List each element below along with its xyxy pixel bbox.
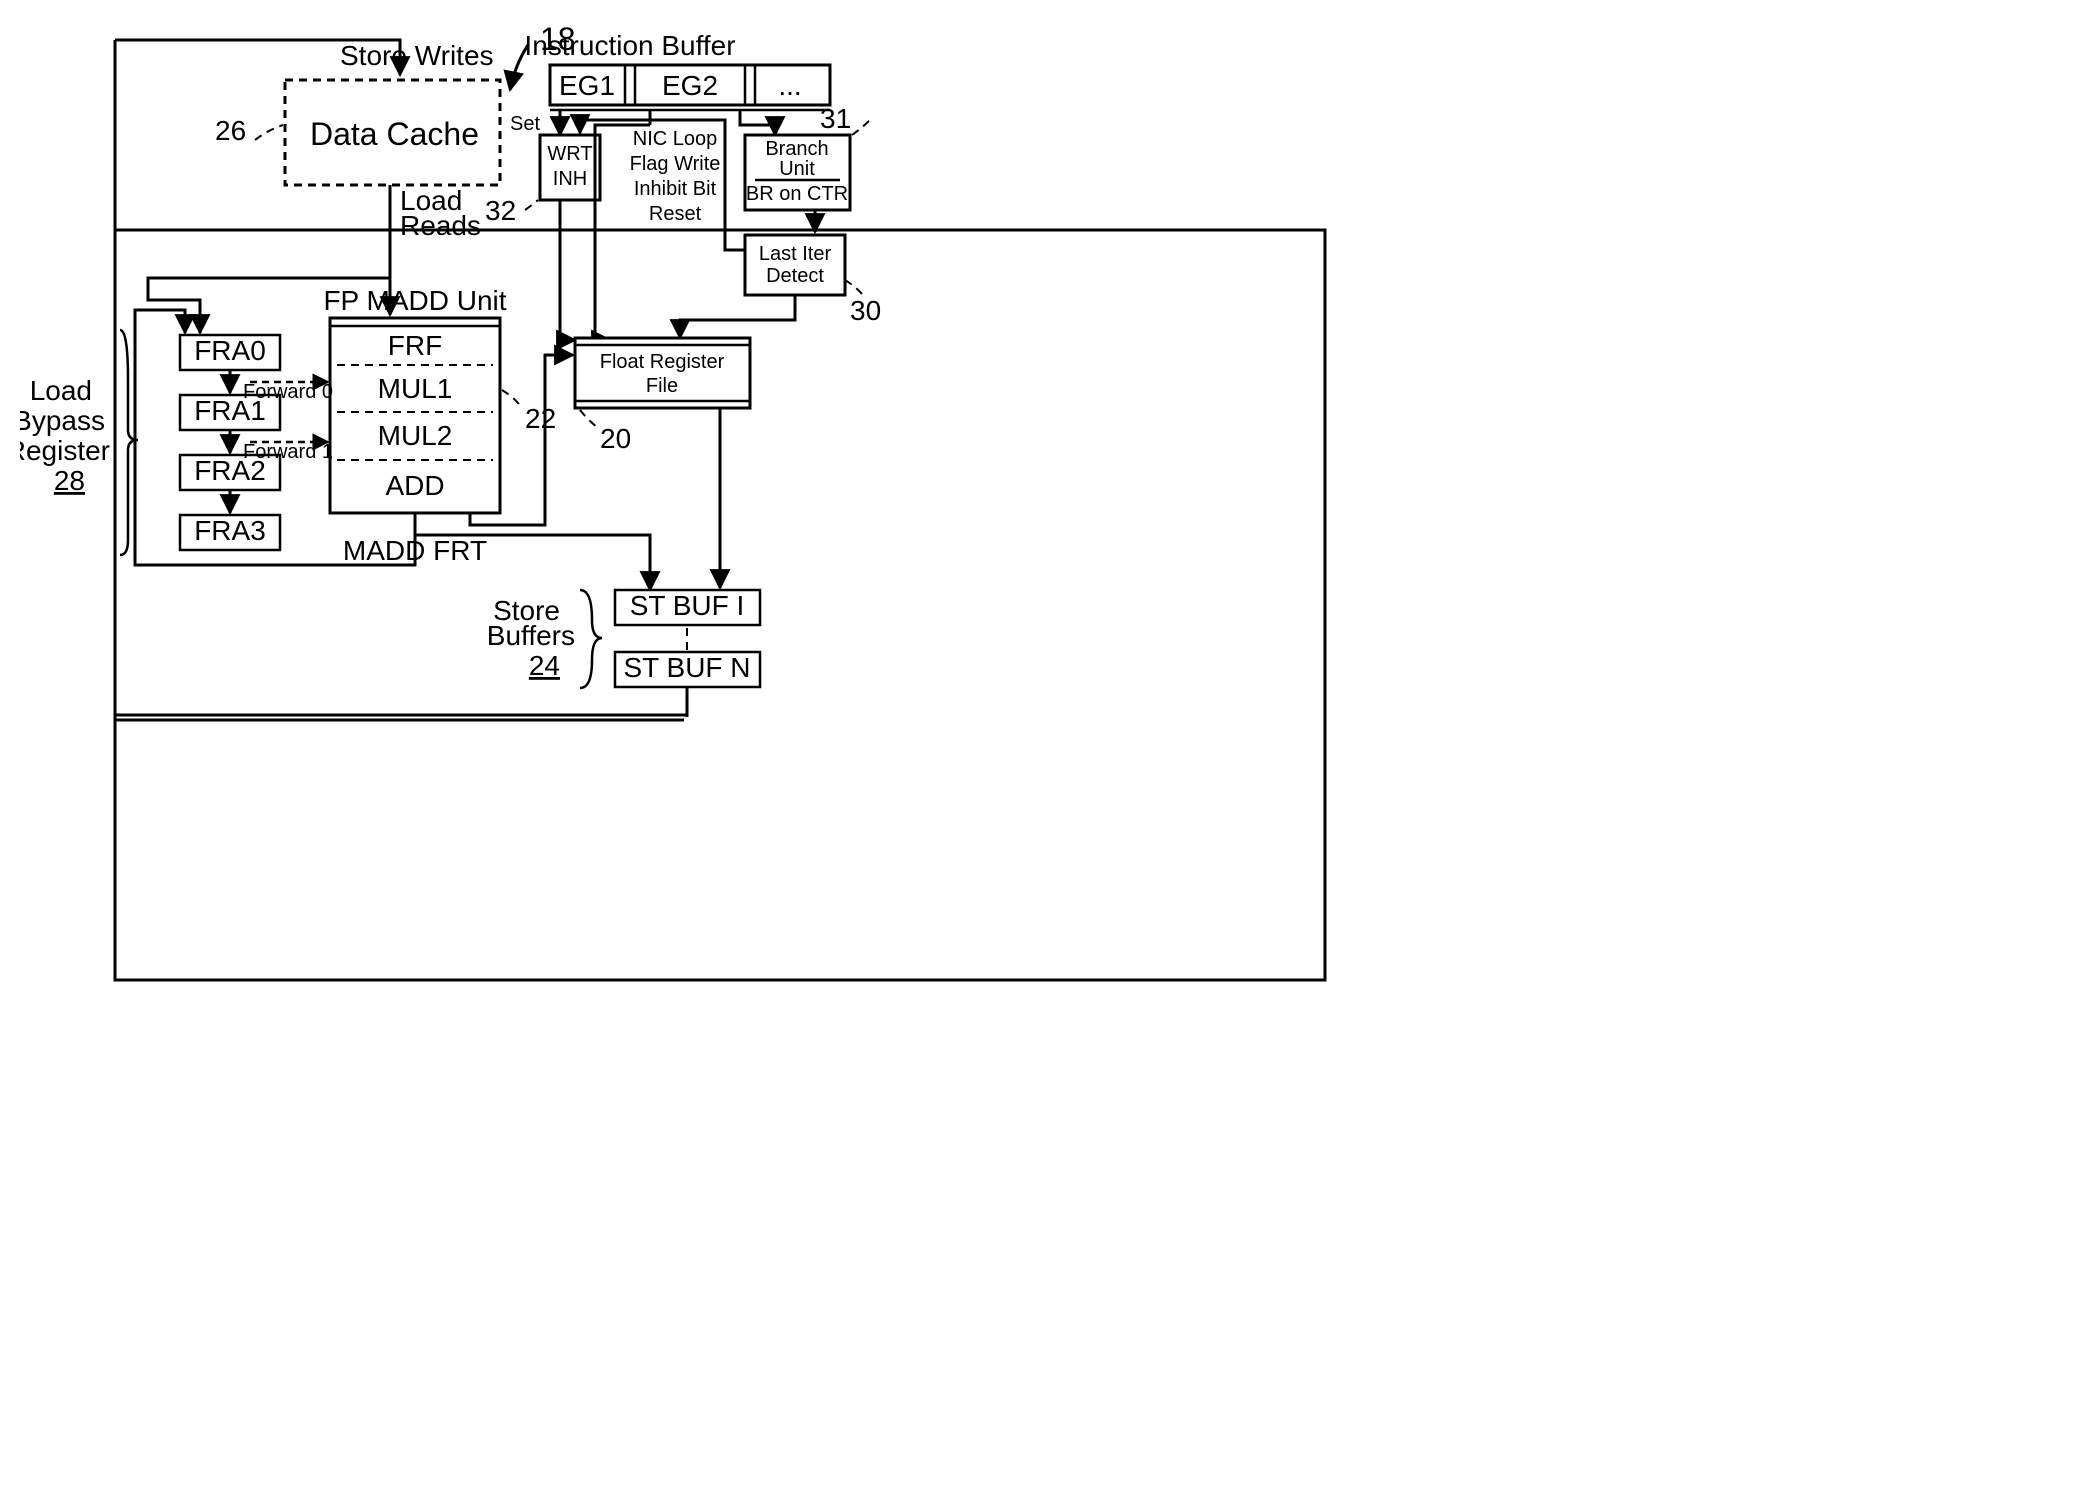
ref-22: 22 (525, 403, 556, 434)
block-diagram: Data Cache 26 Store Writes 18 Instructio… (20, 20, 1370, 990)
ref-20: 20 (600, 423, 631, 454)
set-label: Set (510, 113, 540, 135)
nic3-label: Inhibit Bit (634, 178, 717, 200)
load-reads-label2: Reads (400, 210, 481, 241)
load-bypass-label3: Register (20, 435, 110, 466)
fwd0-label: Forward 0 (243, 381, 333, 403)
branch-unit-label2: Unit (779, 158, 815, 180)
ref-30: 30 (850, 295, 881, 326)
stbufi-label: ST BUF I (630, 590, 745, 621)
fra0-label: FRA0 (194, 335, 266, 366)
br-on-ctr-label: BR on CTR (746, 183, 848, 205)
ref-26: 26 (215, 115, 246, 146)
data-cache-label: Data Cache (310, 116, 479, 152)
instruction-buffer-label: Instruction Buffer (524, 30, 735, 61)
fra3-label: FRA3 (194, 515, 266, 546)
float-reg-label1: Float Register (600, 351, 725, 373)
ref-28: 28 (54, 465, 85, 496)
frf-label: FRF (388, 330, 442, 361)
eg-dots-label: ... (778, 70, 801, 101)
ref-31: 31 (820, 103, 851, 134)
stbufn-label: ST BUF N (623, 652, 750, 683)
last-iter-label1: Last Iter (759, 243, 832, 265)
ref-24: 24 (529, 650, 560, 681)
float-reg-label2: File (646, 375, 678, 397)
eg1-label: EG1 (559, 70, 615, 101)
store-buffers-label2: Buffers (487, 620, 575, 651)
store-writes-label: Store Writes (340, 40, 494, 71)
mul1-label: MUL1 (378, 373, 453, 404)
wrt-label: WRT (547, 143, 592, 165)
last-iter-label2: Detect (766, 265, 824, 287)
nic4-label: Reset (649, 203, 702, 225)
nic2-label: Flag Write (630, 153, 721, 175)
fwd1-label: Forward 1 (243, 441, 333, 463)
load-bypass-label1: Load (30, 375, 92, 406)
nic1-label: NIC Loop (633, 128, 718, 150)
inh-label: INH (553, 168, 587, 190)
load-bypass-label2: Bypass (20, 405, 105, 436)
mul2-label: MUL2 (378, 420, 453, 451)
branch-unit-label1: Branch (765, 138, 828, 160)
eg2-label: EG2 (662, 70, 718, 101)
madd-frt-label: MADD FRT (343, 535, 487, 566)
ref-32: 32 (485, 195, 516, 226)
add-label: ADD (385, 470, 444, 501)
fp-madd-label: FP MADD Unit (323, 285, 506, 316)
